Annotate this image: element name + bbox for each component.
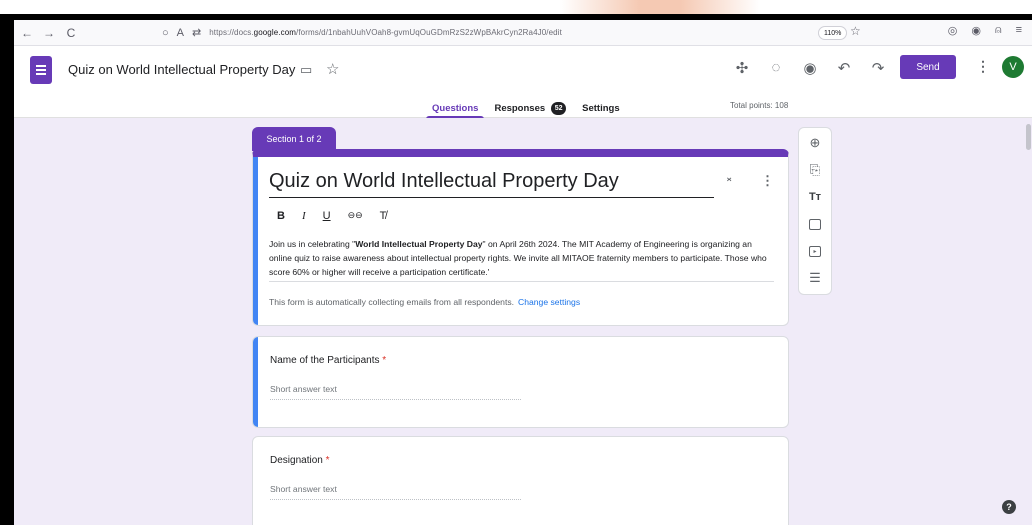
add-title-icon[interactable]: Tт: [805, 188, 825, 206]
window-top-edge: [0, 0, 1032, 14]
lock-icon[interactable]: A: [177, 27, 184, 39]
address-bar[interactable]: ○ A ⇄ https://docs.google.com/forms/d/1n…: [162, 26, 562, 40]
folder-icon[interactable]: ▭: [300, 62, 312, 78]
form-canvas: Section 1 of 2 Quiz on World Intellectua…: [14, 118, 1032, 525]
tab-responses[interactable]: Responses 52: [486, 98, 574, 118]
active-card-indicator: [253, 337, 258, 427]
shield-icon[interactable]: ○: [162, 27, 169, 39]
star-icon[interactable]: ☆: [326, 60, 339, 78]
form-title-card[interactable]: Quiz on World Intellectual Property Day …: [252, 149, 789, 326]
undo-icon[interactable]: ↶: [836, 59, 852, 77]
permissions-icon[interactable]: ⇄: [192, 26, 201, 39]
add-question-icon[interactable]: ⊕: [805, 134, 825, 152]
addon-icon[interactable]: ✣: [734, 59, 750, 77]
active-card-indicator: [253, 157, 258, 325]
import-questions-icon[interactable]: ⎘: [805, 161, 825, 179]
window-frame-left: [0, 14, 14, 525]
add-video-icon[interactable]: ▸: [805, 242, 825, 260]
palette-icon[interactable]: ◌: [768, 59, 784, 77]
send-button[interactable]: Send: [900, 55, 956, 79]
change-settings-link[interactable]: Change settings: [518, 297, 580, 307]
reload-icon[interactable]: C: [62, 24, 80, 42]
document-title[interactable]: Quiz on World Intellectual Property Day: [68, 62, 295, 77]
back-arrow-icon[interactable]: ←: [18, 24, 36, 42]
menu-icon[interactable]: ≡: [1016, 24, 1022, 37]
format-toolbar: B I U ⊖⊖ T̸: [277, 210, 386, 222]
form-description-input[interactable]: Join us in celebrating "World Intellectu…: [269, 237, 774, 282]
add-section-icon[interactable]: ☰: [805, 269, 825, 287]
italic-icon[interactable]: I: [302, 210, 306, 222]
bookmark-star-icon[interactable]: ☆: [850, 24, 861, 38]
google-forms-logo-icon[interactable]: [30, 56, 52, 84]
decorative-swoosh: [560, 0, 760, 14]
short-answer-field[interactable]: Short answer text: [270, 484, 521, 500]
responses-count-badge: 52: [551, 101, 567, 115]
form-title-input[interactable]: Quiz on World Intellectual Property Day: [269, 170, 714, 198]
question-card[interactable]: Designation * Short answer text: [252, 436, 789, 525]
extensions-icon[interactable]: ⍝: [995, 24, 1002, 37]
more-options-icon[interactable]: ⋮: [976, 58, 990, 75]
scroll-thumb[interactable]: [1026, 124, 1031, 150]
forward-arrow-icon[interactable]: →: [40, 24, 58, 42]
avatar[interactable]: V: [1002, 56, 1024, 78]
total-points: Total points: 108: [730, 101, 789, 110]
tab-questions[interactable]: Questions: [424, 98, 486, 119]
bold-icon[interactable]: B: [277, 210, 285, 222]
tab-settings[interactable]: Settings: [574, 98, 627, 118]
collapse-icon[interactable]: ⌄ ⌃: [725, 173, 733, 189]
section-label: Section 1 of 2: [252, 127, 336, 151]
url-text[interactable]: https://docs.google.com/forms/d/1nbahUuh…: [209, 28, 562, 37]
pocket-icon[interactable]: ◎: [948, 24, 958, 37]
redo-icon[interactable]: ↷: [870, 59, 886, 77]
forms-header: Quiz on World Intellectual Property Day …: [14, 46, 1032, 119]
email-collection-note: This form is automatically collecting em…: [269, 297, 581, 307]
clear-format-icon[interactable]: T̸: [380, 210, 387, 222]
account-icon[interactable]: ◉: [971, 24, 981, 37]
form-tabs: Questions Responses 52 Settings: [424, 98, 628, 119]
floating-toolbar: ⊕ ⎘ Tт ▸ ☰: [798, 127, 832, 295]
question-title: Name of the Participants *: [270, 355, 387, 366]
short-answer-field[interactable]: Short answer text: [270, 384, 521, 400]
scrollbar[interactable]: [1024, 118, 1032, 525]
card-more-icon[interactable]: ⋮: [761, 173, 774, 189]
browser-toolbar: ← → C ○ A ⇄ https://docs.google.com/form…: [14, 20, 1032, 46]
link-icon[interactable]: ⊖⊖: [348, 210, 363, 222]
preview-eye-icon[interactable]: ◉: [802, 59, 818, 77]
underline-icon[interactable]: U: [323, 210, 331, 222]
help-icon[interactable]: ?: [1002, 500, 1016, 514]
question-title: Designation *: [270, 455, 330, 466]
add-image-icon[interactable]: [805, 215, 825, 233]
question-card[interactable]: Name of the Participants * Short answer …: [252, 336, 789, 428]
zoom-level-badge[interactable]: 110%: [818, 26, 848, 40]
